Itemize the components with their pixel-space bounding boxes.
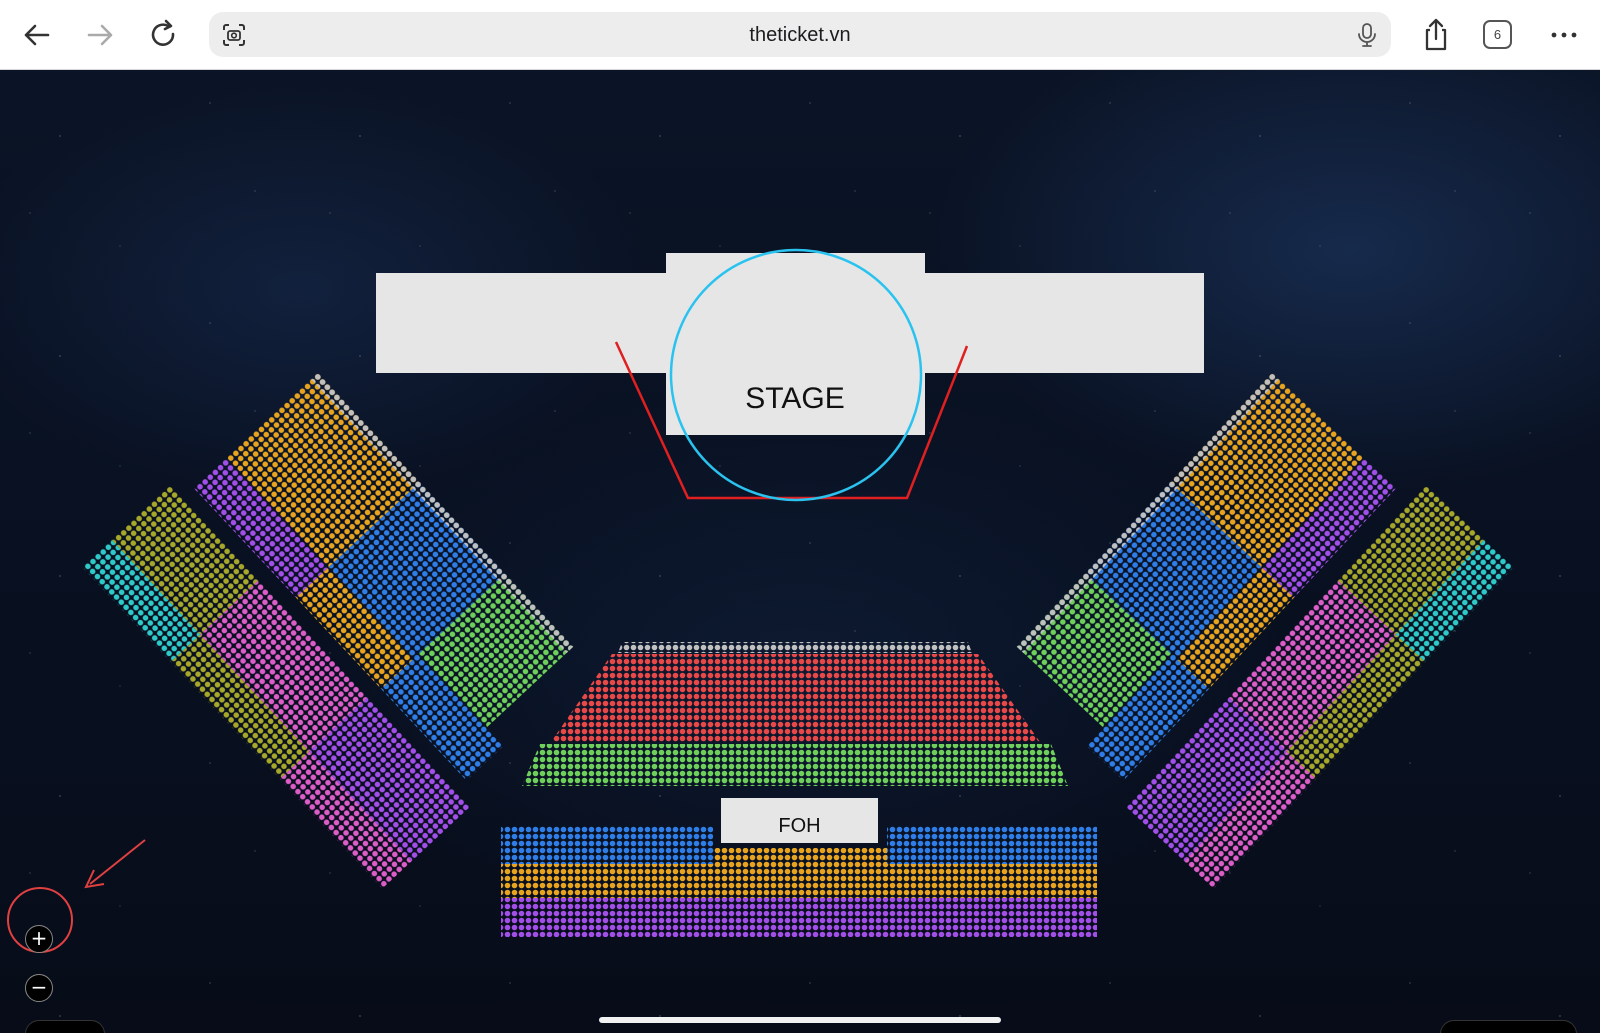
section-back-blue-right[interactable] <box>887 826 1097 864</box>
forward-arrow-icon[interactable] <box>82 17 118 53</box>
stage <box>376 248 1204 502</box>
address-bar[interactable]: theticket.vn <box>209 12 1391 57</box>
home-indicator <box>599 1017 1001 1023</box>
annotation-arrow <box>89 839 146 885</box>
more-icon[interactable] <box>1546 17 1582 53</box>
section-back-orange[interactable] <box>501 864 1097 898</box>
arrow-head-icon <box>84 869 105 889</box>
seat-map[interactable]: STAGE FOH + − <box>0 70 1600 1033</box>
foh-label: FOH <box>778 815 821 837</box>
share-icon[interactable] <box>1418 17 1454 53</box>
url-text: theticket.vn <box>749 24 851 46</box>
back-arrow-icon[interactable] <box>19 17 55 53</box>
section-center-green[interactable] <box>522 744 1068 786</box>
section-back-blue-left[interactable] <box>501 826 713 864</box>
bottom-right-control[interactable] <box>1440 1020 1577 1033</box>
tabs-icon[interactable]: 6 <box>1483 20 1512 49</box>
section-center-red[interactable] <box>551 654 1040 742</box>
reload-icon[interactable] <box>146 17 182 53</box>
section-back-purple[interactable] <box>501 898 1097 937</box>
seat-map-canvas <box>7 248 1514 953</box>
center-floor[interactable] <box>522 642 1068 786</box>
browser-toolbar: theticket.vn 6 <box>0 0 1600 70</box>
zoom-out-button[interactable]: − <box>25 974 53 1002</box>
bottom-left-control[interactable] <box>25 1020 105 1033</box>
section-back-orange-center[interactable] <box>713 848 887 864</box>
section-center-gray[interactable] <box>618 642 972 653</box>
microphone-icon[interactable] <box>1355 21 1379 49</box>
stage-label: STAGE <box>745 382 845 415</box>
zoom-in-button[interactable]: + <box>25 925 53 953</box>
